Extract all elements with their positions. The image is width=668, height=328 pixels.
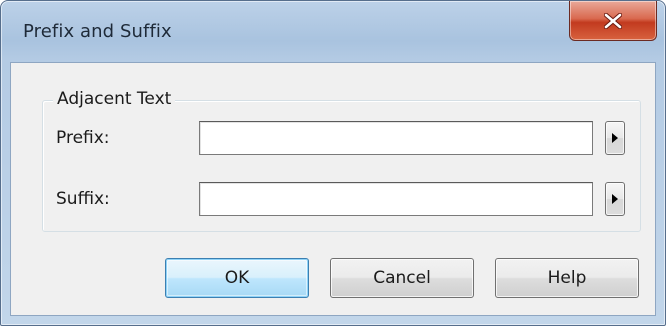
prefix-insert-button[interactable] [605, 121, 625, 155]
prefix-input[interactable] [199, 121, 593, 155]
ok-button[interactable]: OK [165, 258, 309, 298]
prefix-label: Prefix: [56, 128, 110, 148]
help-button[interactable]: Help [495, 258, 639, 298]
group-legend: Adjacent Text [53, 89, 176, 109]
triangle-right-icon [612, 133, 618, 143]
triangle-right-icon [612, 194, 618, 204]
close-button[interactable] [569, 1, 657, 41]
dialog-body: Adjacent Text Prefix: Suffix: OK Cancel … [10, 62, 656, 316]
suffix-label: Suffix: [56, 189, 110, 209]
suffix-insert-button[interactable] [605, 182, 625, 216]
cancel-button[interactable]: Cancel [330, 258, 474, 298]
window-title: Prefix and Suffix [23, 21, 172, 42]
close-icon [604, 12, 622, 29]
suffix-input[interactable] [199, 182, 593, 216]
dialog-window: Prefix and Suffix Adjacent Text Prefix: … [0, 0, 666, 326]
